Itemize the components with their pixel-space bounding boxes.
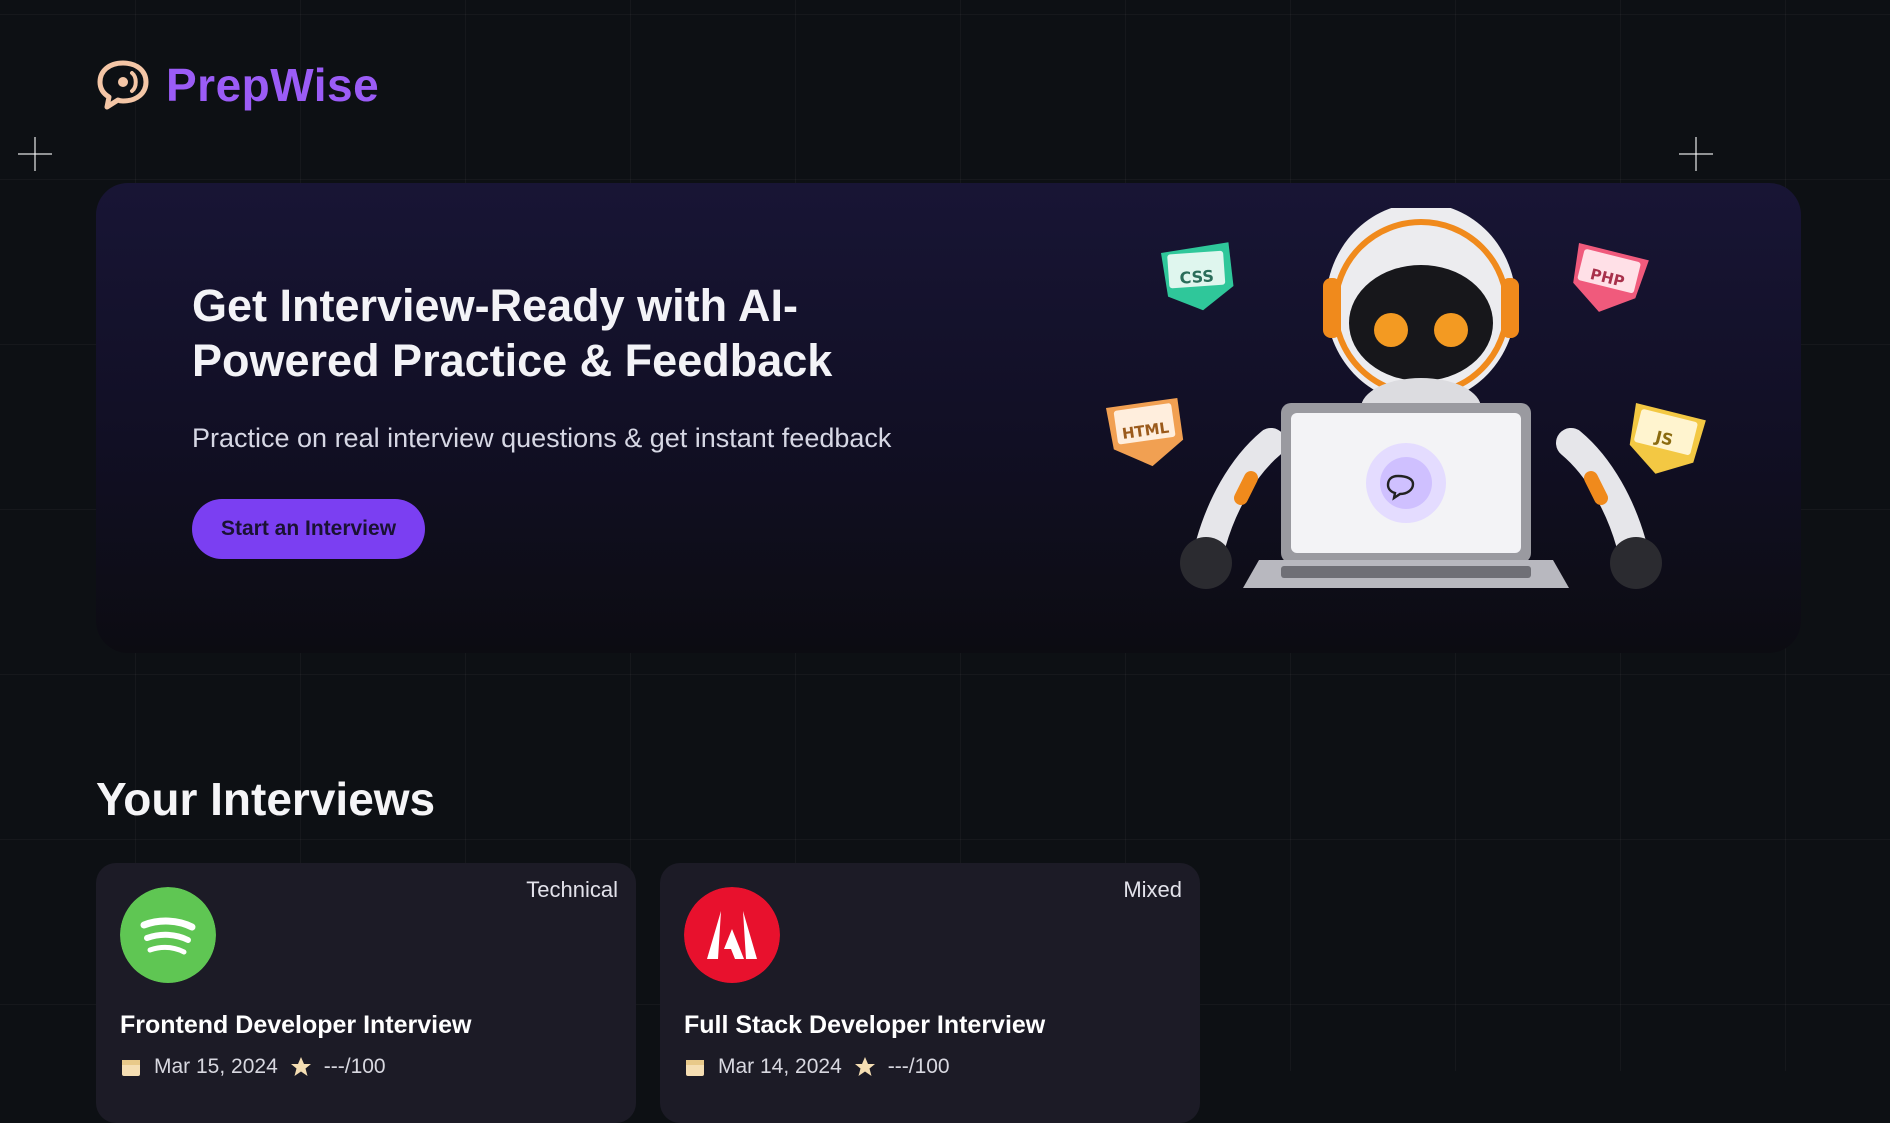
star-icon (854, 1057, 875, 1076)
star-icon (290, 1057, 311, 1076)
adobe-logo-icon (684, 887, 780, 983)
interview-card[interactable]: Mixed Full Stack Developer Interview Mar… (660, 863, 1200, 1123)
hero-subtitle: Practice on real interview questions & g… (192, 423, 892, 453)
svg-text:CSS: CSS (1179, 266, 1215, 287)
start-interview-button[interactable]: Start an Interview (192, 499, 425, 559)
robot-illustration: CSS PHP HTML JS (1106, 208, 1706, 589)
calendar-icon (686, 1060, 704, 1076)
interview-type-badge: Technical (526, 877, 618, 902)
calendar-icon (122, 1060, 140, 1076)
hero-title: Get Interview-Ready with AI-Powered Prac… (192, 280, 833, 386)
interview-score: ---/100 (323, 1055, 386, 1078)
interview-card[interactable]: Technical Frontend Developer Interview M… (96, 863, 636, 1123)
chat-bubble-icon (97, 60, 149, 110)
sparkle-icon (18, 137, 52, 171)
hero-banner: Get Interview-Ready with AI-Powered Prac… (96, 183, 1801, 653)
brand-name: PrepWise (166, 59, 380, 111)
interview-date: Mar 14, 2024 (718, 1055, 842, 1078)
spotify-logo-icon (120, 887, 216, 983)
interview-title: Full Stack Developer Interview (684, 1011, 1046, 1039)
your-interviews-heading: Your Interviews (96, 773, 436, 825)
interview-meta: Mar 15, 2024 ---/100 (120, 1055, 386, 1079)
interview-score: ---/100 (887, 1055, 950, 1078)
sparkle-icon (1679, 137, 1713, 171)
interview-type-badge: Mixed (1123, 877, 1182, 902)
brand-logo-link[interactable]: PrepWise (96, 58, 379, 112)
interview-meta: Mar 14, 2024 ---/100 (684, 1055, 950, 1079)
interview-title: Frontend Developer Interview (120, 1011, 472, 1039)
interview-date: Mar 15, 2024 (154, 1055, 278, 1078)
